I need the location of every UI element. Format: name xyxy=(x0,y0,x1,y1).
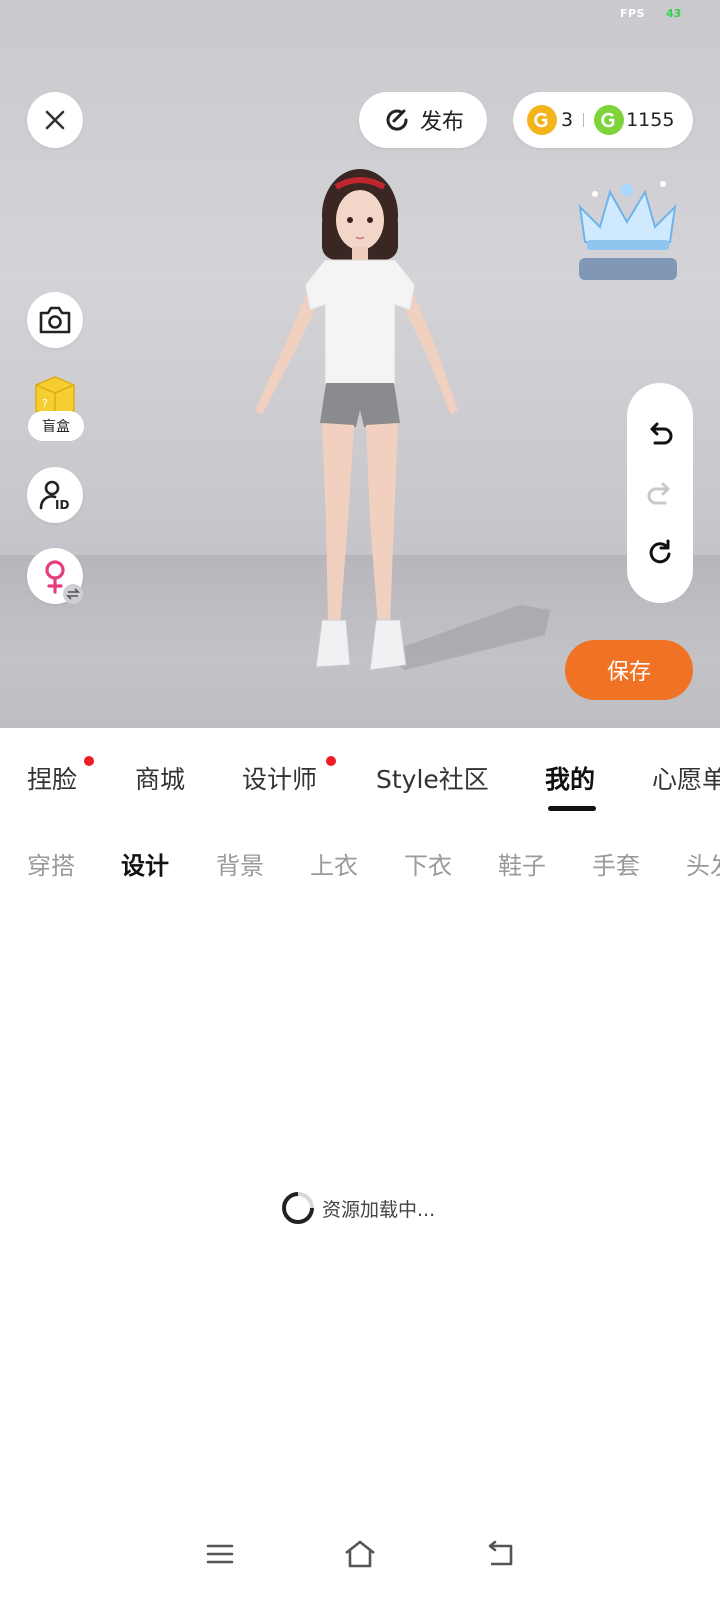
menu-button[interactable] xyxy=(200,1534,240,1574)
menu-icon xyxy=(206,1544,234,1564)
back-icon xyxy=(488,1540,513,1566)
tab-active-indicator xyxy=(548,806,596,811)
green-coin-icon xyxy=(594,105,625,135)
subtab-gloves[interactable]: 手套 xyxy=(592,846,640,881)
gender-switch-button[interactable] xyxy=(27,548,83,604)
publish-button[interactable]: 发布 xyxy=(359,92,487,148)
currency-divider xyxy=(583,113,585,127)
history-panel xyxy=(627,383,693,603)
save-button[interactable]: 保存 xyxy=(565,640,693,700)
tab-designer-badge xyxy=(326,756,336,766)
publish-label: 发布 xyxy=(419,110,464,135)
loading-indicator: 资源加载中... xyxy=(280,1190,435,1226)
loading-spinner-icon xyxy=(282,1192,314,1224)
publish-icon xyxy=(386,109,408,131)
loading-text: 资源加载中... xyxy=(322,1198,436,1221)
blind-box-label: 盲盒 xyxy=(28,411,84,441)
sub-tab-bar: 穿搭 设计 背景 上衣 下衣 鞋子 手套 头发 xyxy=(0,846,720,886)
subtab-outfit[interactable]: 穿搭 xyxy=(27,846,75,881)
reset-icon[interactable] xyxy=(645,538,675,568)
user-id-icon: ID xyxy=(39,480,69,512)
subtab-hair[interactable]: 头发 xyxy=(686,846,720,881)
tab-mine[interactable]: 我的 xyxy=(545,760,595,796)
svg-text:?: ? xyxy=(42,397,48,410)
avatar-stage[interactable]: FPS 43 发布 3 1155 ? 盲盒 ID 保存 xyxy=(0,0,720,728)
redo-icon[interactable] xyxy=(645,478,675,508)
tab-style-community[interactable]: Style社区 xyxy=(376,760,489,796)
tab-shop[interactable]: 商城 xyxy=(135,760,185,796)
svg-text:ID: ID xyxy=(55,498,69,512)
tab-face-badge xyxy=(84,756,94,766)
subtab-design[interactable]: 设计 xyxy=(121,846,169,881)
fps-value: 43 xyxy=(666,7,682,20)
main-tab-bar: 捏脸 商城 设计师 Style社区 我的 心愿单 xyxy=(0,756,720,816)
tab-face[interactable]: 捏脸 xyxy=(27,760,77,796)
subtab-top[interactable]: 上衣 xyxy=(310,846,358,881)
tab-wishlist[interactable]: 心愿单 xyxy=(652,760,720,796)
subtab-bottom[interactable]: 下衣 xyxy=(404,846,452,881)
swap-icon xyxy=(63,584,83,604)
currency-display[interactable]: 3 1155 xyxy=(513,92,693,148)
system-nav-bar xyxy=(0,1534,720,1584)
fps-label: FPS xyxy=(620,7,645,20)
home-button[interactable] xyxy=(340,1534,380,1574)
user-id-button[interactable]: ID xyxy=(27,467,83,523)
close-button[interactable] xyxy=(27,92,83,148)
tab-designer[interactable]: 设计师 xyxy=(242,760,317,796)
gold-coin-count: 3 xyxy=(561,109,574,131)
undo-icon[interactable] xyxy=(645,418,675,448)
back-button[interactable] xyxy=(480,1534,520,1574)
close-icon xyxy=(45,110,65,130)
gold-coin-icon xyxy=(527,105,557,135)
camera-icon xyxy=(39,306,71,334)
camera-button[interactable] xyxy=(27,292,83,348)
home-icon xyxy=(345,1540,375,1568)
green-coin-count: 1155 xyxy=(626,109,675,131)
subtab-background[interactable]: 背景 xyxy=(216,846,264,881)
subtab-shoes[interactable]: 鞋子 xyxy=(498,846,546,881)
crown-emblem[interactable] xyxy=(565,172,690,290)
avatar-figure[interactable] xyxy=(230,165,550,690)
